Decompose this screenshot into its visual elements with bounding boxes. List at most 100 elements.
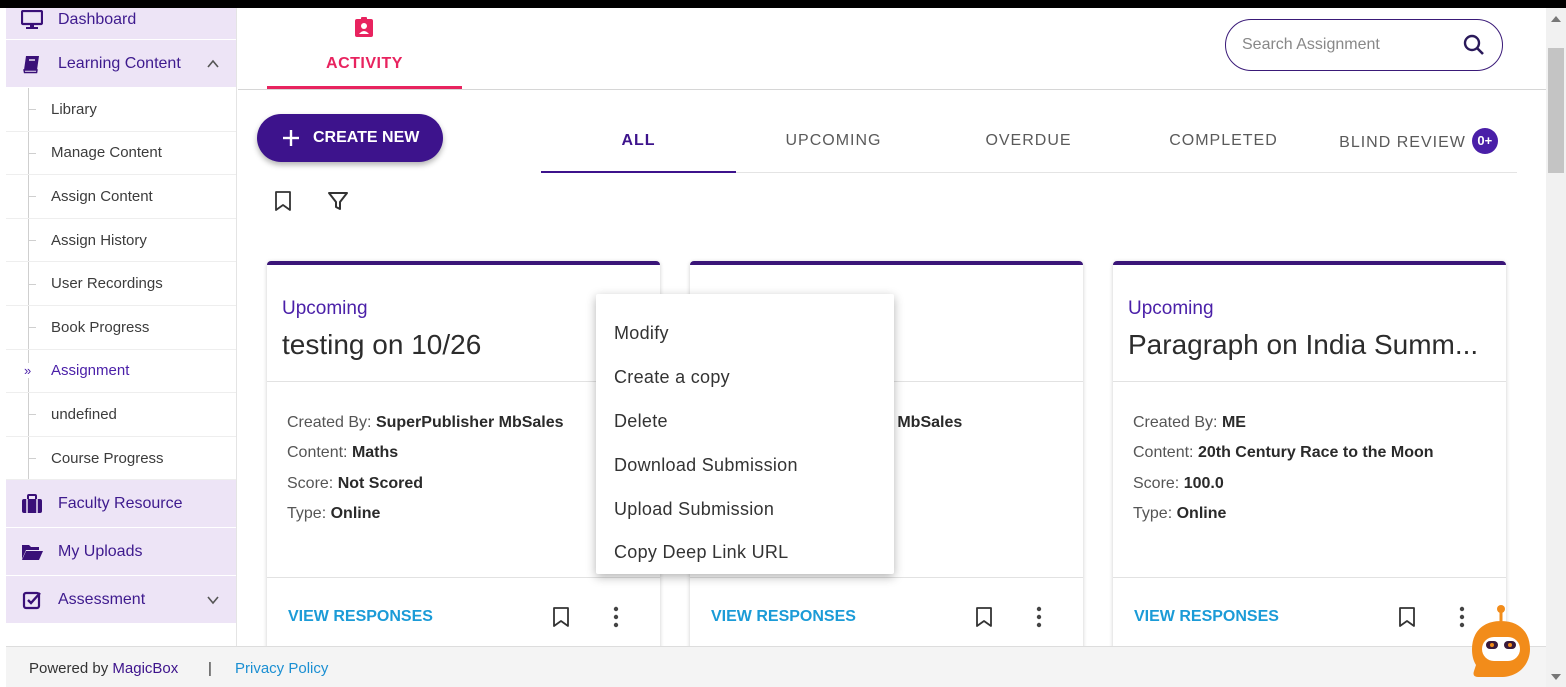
tab-all[interactable]: ALL [541,118,736,173]
clipboard-user-icon [353,16,375,38]
menu-item-delete[interactable]: Delete [614,411,668,432]
score-row: Score: 100.0 [1133,475,1224,493]
divider [1113,577,1506,578]
sidebar-item-faculty-resource[interactable]: Faculty Resource [6,480,236,529]
more-vertical-icon[interactable] [1027,605,1051,629]
created-by-row: Created By: SuperPublisher MbSales [287,414,564,432]
tab-completed[interactable]: COMPLETED [1126,118,1321,173]
sidebar-item-undefined[interactable]: undefined [6,393,236,437]
meta-label: Score: [1133,475,1180,492]
tab-activity[interactable]: ACTIVITY [267,8,462,89]
tab-upcoming[interactable]: UPCOMING [736,118,931,173]
meta-label: Content: [1133,444,1194,461]
card-status: Upcoming [282,298,368,319]
sidebar-item-manage-content[interactable]: Manage Content [6,131,236,176]
sidebar-item-my-uploads[interactable]: My Uploads [6,528,236,577]
active-arrow-icon: » [24,363,32,379]
sidebar: Dashboard Learning Content Library Manag… [6,8,237,646]
score-row: Score: Not Scored [287,475,423,493]
view-responses-link[interactable]: VIEW RESPONSES [288,608,433,626]
content-row: Content: 20th Century Race to the Moon [1133,444,1434,462]
sidebar-item-label: Assessment [58,590,146,608]
scroll-down-arrow-icon[interactable] [1551,674,1561,680]
sidebar-item-assessment[interactable]: Assessment [6,576,236,625]
sidebar-item-label: Course Progress [51,449,164,467]
footer-separator: | [208,660,212,677]
app-frame: Dashboard Learning Content Library Manag… [0,8,1566,687]
chatbot-icon[interactable] [1468,605,1534,685]
context-menu: Modify Create a copy Delete Download Sub… [596,294,894,574]
meta-label: Created By: [287,414,372,431]
scrollbar[interactable] [1546,8,1566,687]
scrollbar-thumb[interactable] [1548,48,1564,173]
powered-by-text: Powered by MagicBox [29,660,178,677]
create-new-label: CREATE NEW [313,129,420,146]
sidebar-item-assign-content[interactable]: Assign Content [6,175,236,219]
bookmark-icon[interactable] [271,189,295,213]
sidebar-item-label: Manage Content [51,144,162,162]
meta-label: Score: [287,475,334,492]
meta-value: 20th Century Race to the Moon [1197,444,1434,461]
type-row: Type: Online [1133,505,1226,523]
menu-item-copy-deep-link[interactable]: Copy Deep Link URL [614,542,788,563]
view-responses-link[interactable]: VIEW RESPONSES [1134,608,1279,626]
bookmark-icon[interactable] [1395,605,1419,629]
menu-item-upload-submission[interactable]: Upload Submission [614,499,774,520]
create-new-button[interactable]: CREATE NEW [257,114,443,162]
sidebar-item-label: Assign Content [51,187,153,205]
meta-value: Online [330,505,381,522]
bookmark-icon[interactable] [972,605,996,629]
filter-icon[interactable] [326,189,350,213]
sidebar-item-library[interactable]: Library [6,88,236,132]
assignment-card: Upcoming Paragraph on India Summ... Crea… [1113,261,1506,661]
sidebar-item-dashboard[interactable]: Dashboard [6,8,236,40]
menu-item-modify[interactable]: Modify [614,323,669,344]
bookmark-icon[interactable] [549,605,573,629]
meta-value: Online [1176,505,1227,522]
tab-label: UPCOMING [785,132,882,149]
sidebar-item-user-recordings[interactable]: User Recordings [6,262,236,306]
count-badge: 0+ [1471,128,1498,154]
menu-item-create-copy[interactable]: Create a copy [614,367,730,388]
meta-label: Content: [287,444,348,461]
chevron-up-icon[interactable] [206,57,220,71]
meta-label: Created By: [1133,414,1218,431]
tab-label: ALL [621,132,656,149]
checkbox-icon [20,588,44,612]
sidebar-item-label: My Uploads [58,542,143,560]
learning-content-submenu: Library Manage Content Assign Content As… [6,88,236,481]
sidebar-item-course-progress[interactable]: Course Progress [6,436,236,481]
powered-by-label: Powered by [29,660,109,677]
tab-blind-review[interactable]: BLIND REVIEW 0+ [1321,118,1516,173]
view-responses-link[interactable]: VIEW RESPONSES [711,608,856,626]
sidebar-item-label: Assignment [51,362,130,380]
sidebar-item-book-progress[interactable]: Book Progress [6,305,236,350]
divider [690,577,1083,578]
folder-open-icon [20,540,44,564]
sidebar-item-label: Assign History [51,231,147,249]
meta-value: Not Scored [337,475,424,492]
tab-label: COMPLETED [1169,132,1278,149]
sidebar-item-assignment[interactable]: » Assignment [6,349,236,394]
privacy-policy-link[interactable]: Privacy Policy [235,660,328,677]
meta-label: Type: [1133,505,1173,522]
meta-value: SuperPublisher MbSales [375,414,564,431]
sidebar-item-learning-content[interactable]: Learning Content [6,40,236,88]
filter-tabs: ALL UPCOMING OVERDUE COMPLETED BLIND REV… [541,118,1517,173]
scroll-up-arrow-icon[interactable] [1551,16,1561,22]
plus-icon [281,128,301,148]
brand-name: MagicBox [112,660,179,677]
tab-overdue[interactable]: OVERDUE [931,118,1126,173]
sidebar-item-label: User Recordings [51,275,163,293]
divider [1113,381,1506,382]
top-bar: ACTIVITY [238,8,1546,90]
search-input[interactable] [1242,34,1442,56]
more-vertical-icon[interactable] [604,605,628,629]
menu-item-download-submission[interactable]: Download Submission [614,455,798,476]
search-icon[interactable] [1462,33,1486,57]
sidebar-item-assign-history[interactable]: Assign History [6,218,236,263]
chevron-down-icon[interactable] [206,593,220,607]
content-row: Content: Maths [287,444,398,462]
tab-label: BLIND REVIEW [1339,134,1466,152]
card-title: testing on 10/26 [282,329,482,360]
